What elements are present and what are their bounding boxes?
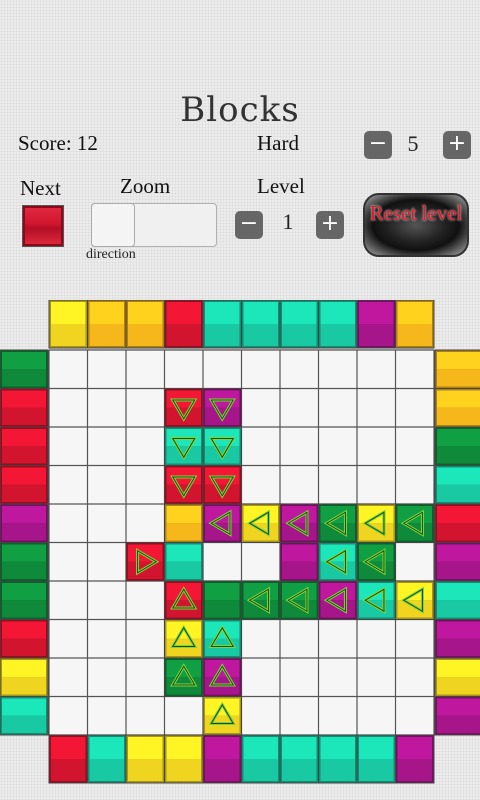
edge-block-bottom xyxy=(48,734,88,784)
edge-block-top xyxy=(87,300,127,349)
reset-level-button[interactable]: Reset level xyxy=(363,193,469,257)
edge-block-left xyxy=(0,696,49,736)
edge-block-top xyxy=(318,300,358,349)
edge-block-bottom xyxy=(125,734,165,784)
difficulty-value: 5 xyxy=(407,131,419,156)
board-block xyxy=(164,503,204,543)
level-value: 1 xyxy=(282,209,294,234)
edge-block-right xyxy=(434,696,480,736)
edge-block-top xyxy=(241,300,281,349)
board-block xyxy=(279,542,319,582)
edge-block-top xyxy=(279,300,319,349)
edge-block-right xyxy=(434,465,480,505)
edge-block-left xyxy=(0,542,49,582)
level-label: Level xyxy=(257,174,305,198)
difficulty-label: Hard xyxy=(257,131,299,155)
edge-block-left xyxy=(0,465,49,505)
board-block xyxy=(202,580,242,620)
difficulty-plus-button[interactable]: + xyxy=(443,131,471,159)
game-title: Blocks xyxy=(180,90,300,130)
edge-block-left xyxy=(0,388,49,428)
edge-block-right xyxy=(434,388,480,428)
edge-block-left xyxy=(0,657,49,697)
edge-block-bottom xyxy=(356,734,396,784)
level-minus-button[interactable]: − xyxy=(235,211,263,239)
edge-block-left xyxy=(0,426,49,466)
edge-block-right xyxy=(434,580,480,620)
level-plus-button[interactable]: + xyxy=(316,211,344,239)
edge-block-right xyxy=(434,619,480,659)
zoom-label: Zoom xyxy=(120,174,171,198)
edge-block-bottom xyxy=(202,734,242,784)
edge-block-left xyxy=(0,349,49,389)
edge-block-top xyxy=(395,300,435,349)
edge-block-left xyxy=(0,619,49,659)
board-block xyxy=(164,542,204,582)
next-label: Next xyxy=(20,176,61,200)
zoom-slider-thumb[interactable] xyxy=(91,203,135,247)
edge-block-bottom xyxy=(395,734,435,784)
edge-block-right xyxy=(434,349,480,389)
edge-block-top xyxy=(48,300,88,349)
edge-block-right xyxy=(434,503,480,543)
edge-block-top xyxy=(164,300,204,349)
difficulty-minus-button[interactable]: − xyxy=(364,131,392,159)
edge-block-left xyxy=(0,580,49,620)
edge-block-bottom xyxy=(87,734,127,784)
game-board[interactable] xyxy=(0,300,480,800)
edge-block-right xyxy=(434,426,480,466)
edge-block-bottom xyxy=(241,734,281,784)
edge-block-left xyxy=(0,503,49,543)
edge-block-top xyxy=(202,300,242,349)
next-block-preview xyxy=(22,205,64,247)
edge-block-top xyxy=(125,300,165,349)
edge-block-right xyxy=(434,542,480,582)
direction-label: direction xyxy=(86,247,136,262)
edge-block-right xyxy=(434,657,480,697)
edge-block-bottom xyxy=(279,734,319,784)
edge-block-bottom xyxy=(164,734,204,784)
score-label: Score: 12 xyxy=(18,131,98,155)
edge-block-bottom xyxy=(318,734,358,784)
edge-block-top xyxy=(356,300,396,349)
